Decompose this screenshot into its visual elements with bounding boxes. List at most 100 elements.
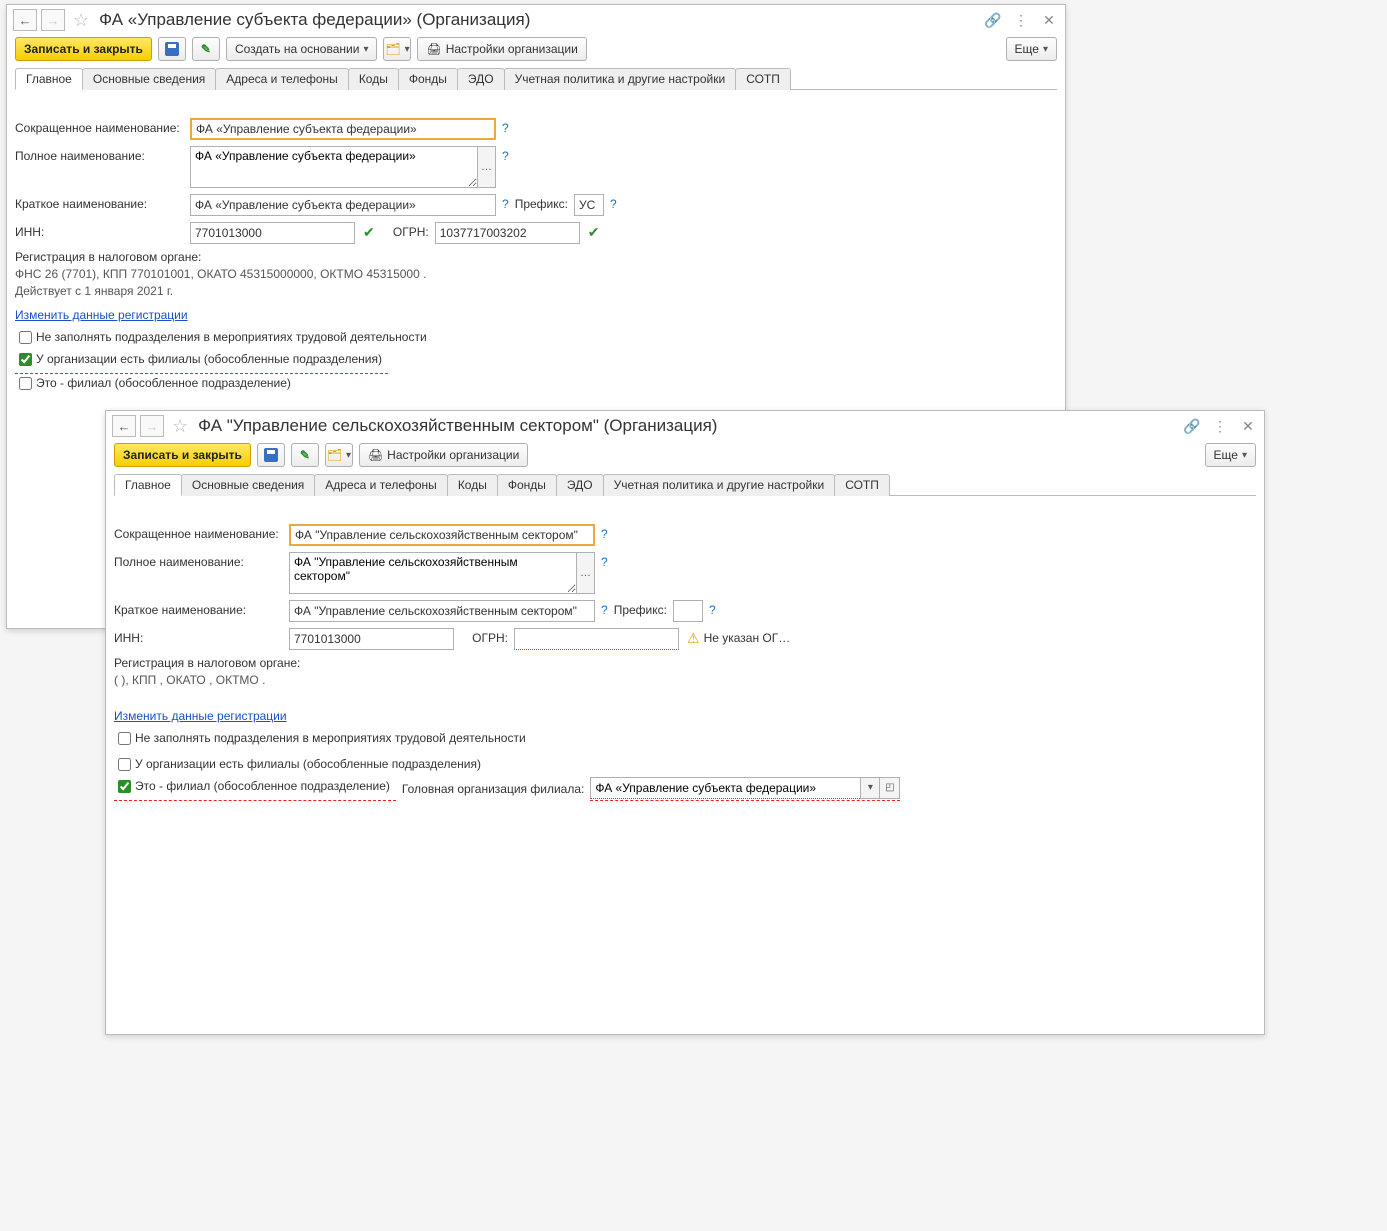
short-name-input[interactable]	[190, 118, 496, 140]
ogrn-label: ОГРН:	[375, 222, 435, 239]
no-fill-subdivisions-checkbox[interactable]: Не заполнять подразделения в мероприятия…	[114, 729, 526, 748]
save-close-button[interactable]: Записать и закрыть	[114, 443, 251, 467]
brief-name-input[interactable]	[190, 194, 496, 216]
save-close-button[interactable]: Записать и закрыть	[15, 37, 152, 61]
disk-icon	[264, 448, 278, 462]
link-icon[interactable]: 🔗	[1182, 416, 1202, 436]
org-settings-button[interactable]: Настройки организации	[417, 37, 586, 61]
save-button[interactable]	[158, 37, 186, 61]
prefix-input[interactable]	[574, 194, 604, 216]
window-title: ФА «Управление субъекта федерации» (Орга…	[99, 10, 530, 30]
kebab-menu-icon[interactable]: ⋮	[1210, 416, 1230, 436]
main-content: Сокращенное наименование: ? Полное наиме…	[7, 90, 1065, 404]
brief-name-input[interactable]	[289, 600, 595, 622]
short-name-label: Сокращенное наименование:	[15, 118, 190, 135]
ogrn-warning-text: Не указан ОГ…	[704, 628, 791, 645]
folder-icon: 🗂	[385, 42, 400, 56]
help-icon[interactable]: ?	[496, 118, 509, 135]
full-name-input[interactable]	[190, 146, 478, 188]
tabs-container: Главное Основные сведения Адреса и телеф…	[15, 67, 1057, 90]
edit-button[interactable]: ✎	[192, 37, 220, 61]
ogrn-input[interactable]	[514, 628, 679, 650]
is-branch-checkbox[interactable]: Это - филиал (обособленное подразделение…	[15, 374, 291, 393]
edit-button[interactable]: ✎	[291, 443, 319, 467]
favorite-star-icon[interactable]: ☆	[168, 416, 192, 437]
short-name-input[interactable]	[289, 524, 595, 546]
brief-name-label: Краткое наименование:	[114, 600, 289, 617]
forward-button[interactable]: →	[41, 9, 65, 31]
dropdown-icon[interactable]: ▾	[860, 777, 880, 799]
is-branch-checkbox[interactable]: Это - филиал (обособленное подразделение…	[114, 777, 390, 796]
forward-button[interactable]: →	[140, 415, 164, 437]
tab-basic-info[interactable]: Основные сведения	[181, 474, 315, 496]
change-registration-link[interactable]: Изменить данные регистрации	[114, 709, 287, 723]
registration-text: ( ), КПП , ОКАТО , ОКТМО .	[114, 672, 554, 689]
ellipsis-button[interactable]: …	[478, 146, 496, 188]
prefix-input[interactable]	[673, 600, 703, 622]
tabs-container: Главное Основные сведения Адреса и телеф…	[114, 473, 1256, 496]
prefix-label: Префикс:	[509, 194, 574, 211]
org-settings-button[interactable]: Настройки организации	[359, 443, 528, 467]
help-icon[interactable]: ?	[496, 146, 509, 163]
more-button[interactable]: Еще	[1205, 443, 1256, 467]
main-content: Сокращенное наименование: ? Полное наиме…	[106, 496, 1264, 815]
tab-codes[interactable]: Коды	[348, 68, 399, 90]
pencil-icon: ✎	[201, 42, 211, 56]
inn-input[interactable]	[289, 628, 454, 650]
toolbar: Записать и закрыть ✎ 🗂 Настройки организ…	[106, 439, 1264, 471]
window-title: ФА "Управление сельскохозяйственным сект…	[198, 416, 717, 436]
head-org-select-wrap: ▾ ◰	[590, 777, 900, 801]
brief-name-label: Краткое наименование:	[15, 194, 190, 211]
help-icon[interactable]: ?	[703, 600, 716, 617]
ogrn-input[interactable]	[435, 222, 580, 244]
help-icon[interactable]: ?	[595, 552, 608, 569]
registration-header: Регистрация в налоговом органе:	[15, 250, 1057, 264]
close-icon[interactable]: ✕	[1039, 10, 1059, 30]
folder-dropdown-button[interactable]: 🗂	[325, 443, 353, 467]
help-icon[interactable]: ?	[595, 524, 608, 541]
favorite-star-icon[interactable]: ☆	[69, 10, 93, 31]
change-registration-link[interactable]: Изменить данные регистрации	[15, 308, 188, 322]
back-button[interactable]: ←	[13, 9, 37, 31]
tab-funds[interactable]: Фонды	[497, 474, 557, 496]
tab-edo[interactable]: ЭДО	[457, 68, 505, 90]
tab-edo[interactable]: ЭДО	[556, 474, 604, 496]
head-org-input[interactable]	[590, 777, 860, 799]
inn-label: ИНН:	[114, 628, 289, 645]
titlebar: ← → ☆ ФА "Управление сельскохозяйственны…	[106, 411, 1264, 439]
ellipsis-button[interactable]: …	[577, 552, 595, 594]
folder-dropdown-button[interactable]: 🗂	[383, 37, 411, 61]
head-org-label: Головная организация филиала:	[396, 782, 590, 796]
tab-addresses[interactable]: Адреса и телефоны	[314, 474, 448, 496]
inn-input[interactable]	[190, 222, 355, 244]
full-name-input[interactable]	[289, 552, 577, 594]
link-icon[interactable]: 🔗	[983, 10, 1003, 30]
kebab-menu-icon[interactable]: ⋮	[1011, 10, 1031, 30]
checkmark-icon: ✔	[580, 222, 600, 241]
prefix-label: Префикс:	[608, 600, 673, 617]
tab-accounting-policy[interactable]: Учетная политика и другие настройки	[504, 68, 737, 90]
tab-accounting-policy[interactable]: Учетная политика и другие настройки	[603, 474, 836, 496]
pencil-icon: ✎	[300, 448, 310, 462]
help-icon[interactable]: ?	[496, 194, 509, 211]
tab-addresses[interactable]: Адреса и телефоны	[215, 68, 349, 90]
open-button-icon[interactable]: ◰	[880, 777, 900, 799]
tab-sotp[interactable]: СОТП	[834, 474, 890, 496]
help-icon[interactable]: ?	[604, 194, 617, 211]
back-button[interactable]: ←	[112, 415, 136, 437]
save-button[interactable]	[257, 443, 285, 467]
tab-sotp[interactable]: СОТП	[735, 68, 791, 90]
help-icon[interactable]: ?	[595, 600, 608, 617]
full-name-label: Полное наименование:	[114, 552, 289, 569]
no-fill-subdivisions-checkbox[interactable]: Не заполнять подразделения в мероприятия…	[15, 328, 427, 347]
tab-basic-info[interactable]: Основные сведения	[82, 68, 216, 90]
tab-main[interactable]: Главное	[114, 474, 182, 496]
has-branches-checkbox[interactable]: У организации есть филиалы (обособленные…	[15, 350, 382, 369]
create-based-on-button[interactable]: Создать на основании	[226, 37, 378, 61]
close-icon[interactable]: ✕	[1238, 416, 1258, 436]
has-branches-checkbox[interactable]: У организации есть филиалы (обособленные…	[114, 755, 481, 774]
tab-main[interactable]: Главное	[15, 68, 83, 90]
more-button[interactable]: Еще	[1006, 37, 1057, 61]
tab-codes[interactable]: Коды	[447, 474, 498, 496]
tab-funds[interactable]: Фонды	[398, 68, 458, 90]
